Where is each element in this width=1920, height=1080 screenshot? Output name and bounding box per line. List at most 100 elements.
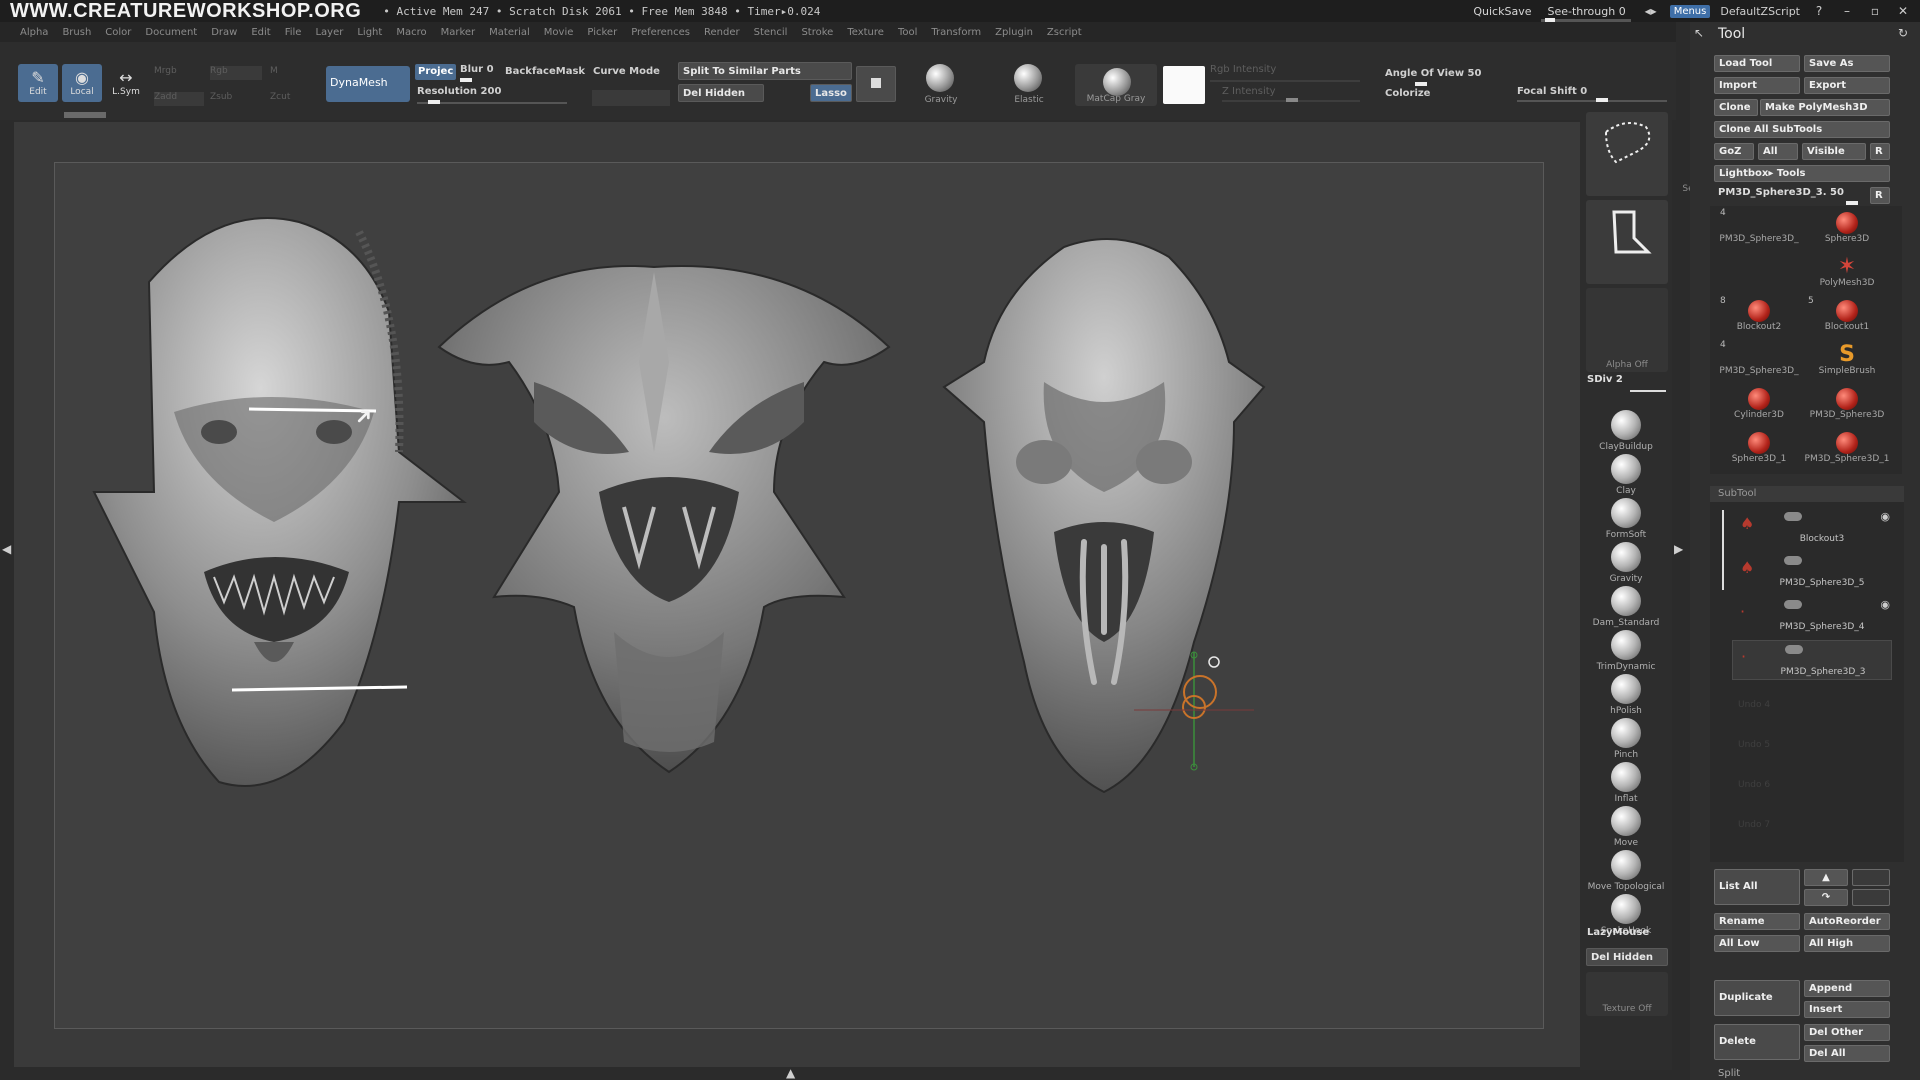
alien-head-front[interactable] (92, 217, 467, 787)
make-polymesh-button[interactable]: Make PolyMesh3D (1760, 99, 1890, 116)
mrgb-button[interactable]: Mrgb (154, 66, 177, 76)
tool-thumbnail[interactable]: ✶ PolyMesh3D (1804, 256, 1890, 289)
goz-button[interactable]: GoZ (1714, 143, 1754, 160)
dynamesh-button[interactable]: DynaMesh (326, 66, 410, 102)
brush-button[interactable]: Inflat (1580, 762, 1672, 804)
tool-thumbnail[interactable]: PM3D_Sphere3D (1804, 388, 1890, 420)
blur-slider[interactable]: Blur 0 (460, 64, 494, 75)
zcut-button[interactable]: Zcut (270, 92, 290, 102)
brush-button[interactable]: Move Topological (1580, 850, 1672, 892)
lasso-mode-button[interactable]: Lasso (810, 84, 852, 102)
project-toggle[interactable]: Projec (415, 64, 457, 80)
menu-item[interactable]: Alpha (20, 27, 48, 38)
angle-of-view-slider[interactable]: Angle Of View 50 (1385, 68, 1481, 79)
local-button[interactable]: ◉ Local (62, 64, 102, 102)
z-intensity-knob[interactable] (1286, 98, 1298, 102)
edit-mode-button[interactable]: ✎ Edit (18, 64, 58, 102)
menu-item[interactable]: Movie (544, 27, 574, 38)
subtool-item[interactable]: · PM3D_Sphere3D_3 (1732, 640, 1892, 680)
clone-all-subtools-button[interactable]: Clone All SubTools (1714, 121, 1890, 138)
menu-item[interactable]: Stencil (754, 27, 788, 38)
resolution-knob[interactable] (428, 100, 440, 104)
current-tool-slider[interactable]: PM3D_Sphere3D_3. 50 (1718, 187, 1844, 198)
all-high-button[interactable]: All High (1804, 935, 1890, 952)
menu-item[interactable]: Macro (396, 27, 426, 38)
brush-button[interactable]: Dam_Standard (1580, 586, 1672, 628)
subtool-item[interactable]: ♠ ◉ Blockout3 (1732, 508, 1892, 548)
quicksave-button[interactable]: QuickSave (1473, 5, 1531, 18)
tool-thumbnail[interactable]: Blockout2 8 (1716, 296, 1802, 332)
move-up-icon[interactable]: ▲ (1804, 869, 1848, 886)
texture-slot[interactable]: Texture Off (1586, 972, 1668, 1016)
brush-button[interactable]: TrimDynamic (1580, 630, 1672, 672)
material-swatch[interactable]: MatCap Gray (1075, 64, 1157, 106)
default-zscript-button[interactable]: DefaultZScript (1720, 5, 1800, 18)
brush-button[interactable]: Clay (1580, 454, 1672, 496)
export-button[interactable]: Export (1804, 77, 1890, 94)
subtool-polypaint-toggle[interactable] (1785, 645, 1803, 654)
subtool-polypaint-toggle[interactable] (1784, 556, 1802, 565)
menu-item[interactable]: Picker (587, 27, 617, 38)
color-swatch[interactable] (1163, 66, 1205, 104)
help-icon[interactable]: ? (1810, 4, 1828, 18)
m-button[interactable]: M (270, 66, 278, 76)
del-all-button[interactable]: Del All (1804, 1045, 1890, 1062)
current-tool-knob[interactable] (1846, 201, 1858, 205)
brush-button[interactable]: Move (1580, 806, 1672, 848)
move-down-icon[interactable]: ↷ (1804, 889, 1848, 906)
menu-item[interactable]: Zscript (1047, 27, 1082, 38)
del-other-button[interactable]: Del Other (1804, 1024, 1890, 1041)
menu-item[interactable]: Color (105, 27, 131, 38)
alien-head-rear[interactable] (942, 238, 1266, 794)
brush-button[interactable]: ClayBuildup (1580, 410, 1672, 452)
tool-thumbnail[interactable]: PM3D_Sphere3D_ 4 (1716, 208, 1802, 244)
lasso-stroke[interactable]: Lasso (1586, 200, 1722, 284)
save-as-button[interactable]: Save As (1804, 55, 1890, 72)
append-button[interactable]: Append (1804, 980, 1890, 997)
subtool-polypaint-toggle[interactable] (1784, 512, 1802, 521)
list-all-button[interactable]: List All (1714, 869, 1800, 905)
select-lasso-brush[interactable]: SelectLasso (1586, 112, 1736, 196)
gravity-sphere-icon[interactable] (926, 64, 954, 92)
curve-mode-button[interactable]: Curve Mode (593, 66, 660, 77)
brush-button[interactable]: hPolish (1580, 674, 1672, 716)
menu-item[interactable]: Light (357, 27, 382, 38)
load-tool-button[interactable]: Load Tool (1714, 55, 1800, 72)
tool-thumbnail[interactable]: Sphere3D (1804, 212, 1890, 244)
see-through-slider[interactable]: See-through 0 (1541, 5, 1632, 23)
colorize-toggle[interactable]: Colorize (1385, 88, 1430, 99)
menu-item[interactable]: Layer (315, 27, 343, 38)
palette-reset-icon[interactable]: ↻ (1898, 26, 1908, 40)
delete-button[interactable]: Delete (1714, 1024, 1800, 1060)
tool-thumbnail[interactable]: S SimpleBrush (1804, 344, 1890, 377)
blur-knob[interactable] (460, 78, 472, 82)
visibility-eye-icon[interactable]: ◉ (1880, 510, 1890, 523)
rgb-intensity-slider[interactable]: Rgb Intensity (1210, 64, 1276, 75)
split-section-header[interactable]: Split (1718, 1068, 1740, 1079)
lightbox-tools-button[interactable]: Lightbox▸ Tools (1714, 165, 1890, 182)
menu-item[interactable]: Tool (898, 27, 917, 38)
zadd-button[interactable]: Zadd (154, 92, 204, 106)
subtool-header[interactable]: SubTool (1710, 486, 1904, 502)
alpha-slot[interactable]: Alpha Off (1586, 288, 1668, 372)
minimize-icon[interactable]: – (1838, 4, 1856, 18)
autoreorder-button[interactable]: AutoReorder (1804, 913, 1890, 930)
goz-r-button[interactable]: R (1870, 143, 1890, 160)
menu-item[interactable]: Brush (62, 27, 91, 38)
zsub-button[interactable]: Zsub (210, 92, 232, 102)
menu-item[interactable]: File (285, 27, 302, 38)
del-hidden-side-button[interactable]: Del Hidden (1586, 948, 1668, 966)
rgb-button[interactable]: Rgb (210, 66, 262, 80)
restore-icon[interactable]: ▫ (1866, 4, 1884, 18)
sculpt-canvas[interactable] (54, 162, 1544, 1029)
lsym-button[interactable]: ↔ L.Sym (106, 64, 146, 102)
lazymouse-button[interactable]: LazyMouse (1587, 927, 1649, 938)
sdiv-slider-track[interactable] (1630, 390, 1666, 392)
draw-size-indicator[interactable] (64, 112, 106, 118)
menu-item[interactable]: Stroke (801, 27, 833, 38)
visibility-eye-icon[interactable]: ◉ (1880, 598, 1890, 611)
menu-item[interactable]: Document (145, 27, 197, 38)
sdiv-label[interactable]: SDiv 2 (1587, 374, 1623, 385)
close-icon[interactable]: ✕ (1894, 4, 1912, 18)
bottom-tray-toggle-icon[interactable]: ▲ (786, 1066, 795, 1080)
